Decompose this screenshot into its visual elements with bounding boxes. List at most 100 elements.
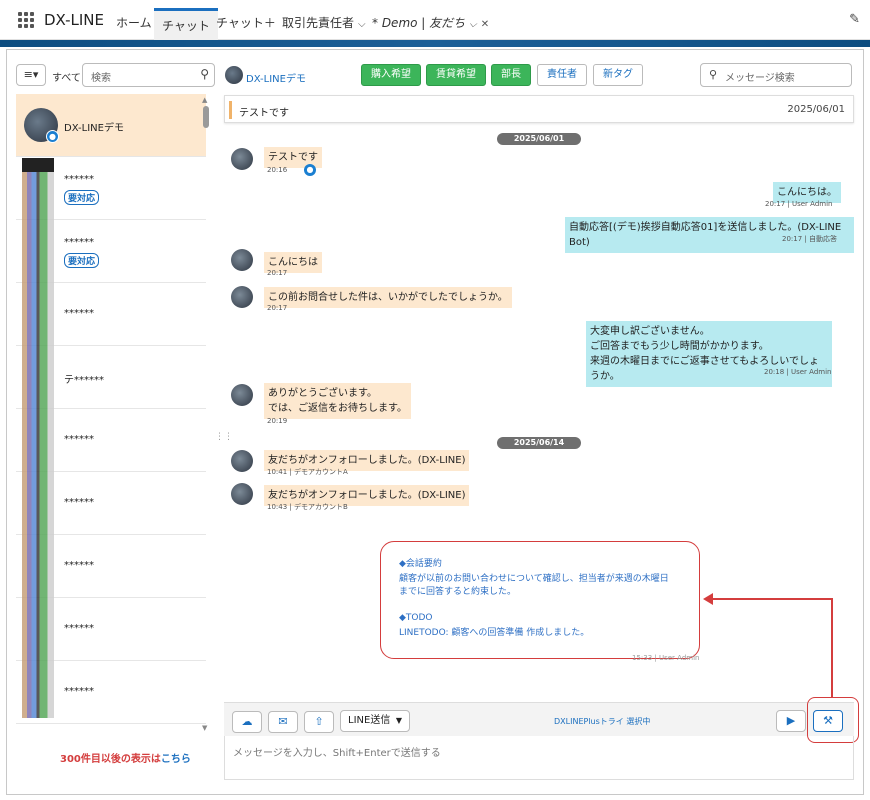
avatar [231, 483, 253, 505]
message-meta: 20:17 [267, 269, 288, 277]
tag-button[interactable]: 賃貸希望 [426, 64, 486, 86]
tab-home[interactable]: ホーム [116, 14, 152, 31]
contact-name: ****** [64, 623, 94, 634]
message-meta: 20:16 [267, 166, 288, 174]
status-text: DXLINEPlusトライ 選択中 [554, 717, 651, 726]
contact-name: ****** [64, 237, 94, 248]
pinned-date: 2025/06/01 [787, 104, 845, 115]
chevron-down-icon[interactable]: ⌵ [358, 19, 366, 30]
scroll-up-icon[interactable]: ▲ [202, 96, 207, 104]
contact-item[interactable]: ● DX-LINEデモ [16, 94, 206, 157]
close-icon[interactable]: ✕ [481, 19, 489, 30]
pinned-message[interactable]: テストです 2025/06/01 [224, 95, 854, 123]
tab-contacts-label: 取引先責任者 [282, 16, 355, 30]
incoming-message-line: ありがとうございます。 [268, 388, 377, 399]
search-icon: ⚲ [709, 68, 718, 81]
contact-name: DX-LINEデモ [64, 123, 124, 134]
ai-summary-card: ◆会話要約 顧客が以前のお問い合わせについて確認し、担当者が来週の木曜日 までに… [380, 541, 700, 659]
message-meta: 10:41 | デモアカウントA [267, 468, 348, 476]
send-mode-select[interactable]: LINE送信 ▼ [340, 710, 410, 732]
more-contacts-link[interactable]: こちら [161, 754, 191, 765]
summary-body: までに回答すると約束した。 [399, 587, 517, 597]
composer-toolbar: ☁ ✉ ⇧ LINE送信 ▼ DXLINEPlusトライ 選択中 ▶ ⚒ [224, 702, 854, 736]
contact-name: テ****** [64, 375, 104, 386]
status-badge: 要対応 [64, 190, 100, 205]
pin-icon: ● [46, 130, 59, 143]
avatar [231, 286, 253, 308]
pinned-text: テストです [239, 108, 289, 119]
message-search-placeholder: メッセージ検索 [725, 73, 795, 84]
outgoing-message: 大変申し訳ございません。 ご回答までもう少し時間がかかります。 来週の木曜日まで… [586, 321, 832, 387]
incoming-message: この前お問合せした件は、いかがでしたでしょうか。 [264, 287, 512, 308]
contact-search-placeholder: 検索 [91, 73, 111, 84]
contact-name: ****** [64, 560, 94, 571]
send-mode-label: LINE送信 [348, 715, 391, 726]
tab-demo-friend[interactable]: * Demo | 友だち ⌵ ✕ [372, 14, 489, 31]
pin-icon: ● [304, 164, 316, 176]
avatar [231, 450, 253, 472]
contact-list-scrollbar[interactable]: ▲ ▼ [202, 96, 209, 732]
contact-name: ****** [64, 497, 94, 508]
scroll-down-icon[interactable]: ▼ [202, 724, 207, 732]
chevron-down-icon[interactable]: ⌵ [469, 19, 477, 30]
filter-all-label: すべて [52, 73, 81, 84]
message-input-placeholder: メッセージを入力し、Shift+Enterで送信する [233, 748, 441, 759]
contact-name: ****** [64, 174, 94, 185]
message-thread[interactable]: 2025/06/01 テストです 20:16 ● こんにちは。 20:17 | … [224, 126, 854, 701]
tag-button[interactable]: 部長 [491, 64, 531, 86]
app-name: DX-LINE [44, 11, 104, 29]
message-meta: 20:17 | User Admin [765, 200, 833, 208]
avatar [231, 148, 253, 170]
tab-demo-friend-label: * Demo | 友だち [372, 16, 466, 30]
tag-button[interactable]: 新タグ [593, 64, 643, 86]
avatar [225, 66, 243, 84]
chat-contact-name[interactable]: DX-LINEデモ [246, 70, 306, 85]
send-button[interactable]: ▶ [776, 710, 806, 732]
tag-button[interactable]: 責任者 [537, 64, 587, 86]
contact-name: ****** [64, 308, 94, 319]
status-badge: 要対応 [64, 253, 100, 268]
message-input[interactable]: メッセージを入力し、Shift+Enterで送信する [224, 736, 854, 780]
outgoing-message-line: 大変申し訳ございません。 [590, 326, 710, 337]
message-meta: 15:33 | User Admin [632, 654, 700, 662]
contact-search-input[interactable]: 検索 ⚲ [82, 63, 215, 87]
annotation-arrow-line [712, 598, 833, 600]
message-meta: 10:43 | デモアカウントB [267, 503, 348, 511]
upload-icon[interactable]: ⇧ [304, 711, 334, 733]
contact-name: ****** [64, 686, 94, 697]
message-meta: 20:17 | 自動応答 [782, 235, 837, 243]
search-icon: ⚲ [200, 67, 209, 81]
app-launcher-icon[interactable] [18, 12, 34, 28]
template-icon[interactable]: ✉ [268, 711, 298, 733]
incoming-message: ありがとうございます。 では、ご返信をお待ちします。 [264, 383, 411, 419]
summary-body: 顧客が以前のお問い合わせについて確認し、担当者が来週の木曜日 [399, 574, 669, 584]
date-divider: 2025/06/01 [497, 133, 581, 145]
pinned-accent [229, 101, 232, 119]
summary-heading: ◆会話要約 [399, 559, 442, 569]
avatar [231, 249, 253, 271]
message-search-input[interactable]: ⚲ メッセージ検索 [700, 63, 852, 87]
redacted-avatars [22, 158, 54, 718]
incoming-message-line: では、ご返信をお待ちします。 [268, 403, 407, 414]
stamp-icon[interactable]: ☁ [232, 711, 262, 733]
annotation-arrow-head [703, 593, 713, 605]
annotation-arrow-line [831, 598, 833, 698]
header-band [0, 40, 870, 47]
tab-chat-plus[interactable]: チャット＋ [216, 14, 276, 31]
todo-body: LINETODO: 顧客への回答準備 作成しました。 [399, 628, 590, 638]
tab-contacts[interactable]: 取引先責任者 ⌵ [282, 14, 366, 31]
scroll-thumb[interactable] [203, 106, 209, 128]
message-meta: 20:18 | User Admin [764, 368, 832, 376]
pencil-icon[interactable]: ✎ [849, 12, 860, 27]
outgoing-message-line: ご回答までもう少し時間がかかります。 [590, 341, 769, 352]
more-contacts-label: 300件目以後の表示は [60, 754, 161, 765]
filter-menu-button[interactable]: ≡▾ [16, 64, 46, 86]
app-top-bar: DX-LINE ホーム チャット チャット＋ 取引先責任者 ⌵ * Demo | … [0, 0, 870, 42]
contact-name: ****** [64, 434, 94, 445]
tab-chat[interactable]: チャット [154, 8, 218, 42]
redacted-avatars-top [22, 158, 54, 172]
date-divider: 2025/06/14 [497, 437, 581, 449]
caret-down-icon: ▼ [395, 716, 402, 725]
tag-button[interactable]: 購入希望 [361, 64, 421, 86]
avatar [231, 384, 253, 406]
